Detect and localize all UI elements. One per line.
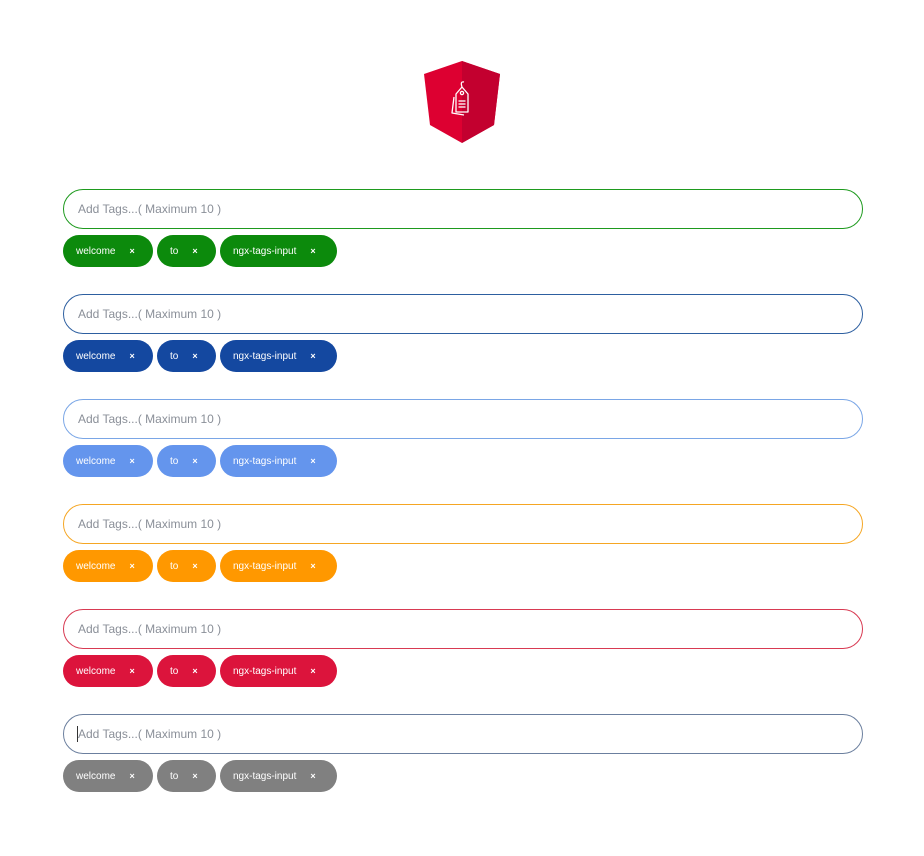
tag-label: to xyxy=(170,770,179,782)
tag-chip[interactable]: welcome × xyxy=(63,340,153,372)
tag-icon xyxy=(424,61,500,143)
tag-list: welcome × to × ngx-tags-input × xyxy=(63,550,863,582)
tag-chip[interactable]: welcome × xyxy=(63,235,153,267)
tag-label: ngx-tags-input xyxy=(233,665,297,677)
remove-tag-icon[interactable]: × xyxy=(310,351,315,361)
tag-input-field[interactable] xyxy=(63,609,863,649)
tag-input-group-gray: welcome × to × ngx-tags-input × xyxy=(63,714,863,792)
tag-list: welcome × to × ngx-tags-input × xyxy=(63,445,863,477)
remove-tag-icon[interactable]: × xyxy=(310,456,315,466)
remove-tag-icon[interactable]: × xyxy=(129,456,134,466)
tag-chip[interactable]: welcome × xyxy=(63,655,153,687)
remove-tag-icon[interactable]: × xyxy=(129,771,134,781)
tag-chip[interactable]: to × xyxy=(157,235,216,267)
tag-chip[interactable]: welcome × xyxy=(63,760,153,792)
remove-tag-icon[interactable]: × xyxy=(192,666,197,676)
remove-tag-icon[interactable]: × xyxy=(310,666,315,676)
tag-label: to xyxy=(170,350,179,362)
remove-tag-icon[interactable]: × xyxy=(310,246,315,256)
tag-label: welcome xyxy=(76,455,116,467)
tag-chip[interactable]: welcome × xyxy=(63,550,153,582)
tag-chip[interactable]: ngx-tags-input × xyxy=(220,760,337,792)
tag-input-group-orange: welcome × to × ngx-tags-input × xyxy=(63,504,863,582)
tag-input-field[interactable] xyxy=(63,399,863,439)
tag-label: welcome xyxy=(76,560,116,572)
remove-tag-icon[interactable]: × xyxy=(192,771,197,781)
tag-chip[interactable]: to × xyxy=(157,655,216,687)
tag-input-group-green: welcome × to × ngx-tags-input × xyxy=(63,189,863,267)
tag-chip[interactable]: to × xyxy=(157,340,216,372)
tag-label: ngx-tags-input xyxy=(233,560,297,572)
tag-list: welcome × to × ngx-tags-input × xyxy=(63,655,863,687)
tag-list: welcome × to × ngx-tags-input × xyxy=(63,340,863,372)
tag-input-group-blue: welcome × to × ngx-tags-input × xyxy=(63,294,863,372)
tag-input-field[interactable] xyxy=(63,714,863,754)
tag-input-field[interactable] xyxy=(63,189,863,229)
remove-tag-icon[interactable]: × xyxy=(310,771,315,781)
tag-chip[interactable]: ngx-tags-input × xyxy=(220,340,337,372)
remove-tag-icon[interactable]: × xyxy=(192,456,197,466)
tag-label: welcome xyxy=(76,665,116,677)
tag-label: ngx-tags-input xyxy=(233,770,297,782)
remove-tag-icon[interactable]: × xyxy=(129,351,134,361)
tag-chip[interactable]: to × xyxy=(157,550,216,582)
tag-chip[interactable]: ngx-tags-input × xyxy=(220,550,337,582)
remove-tag-icon[interactable]: × xyxy=(192,561,197,571)
remove-tag-icon[interactable]: × xyxy=(129,666,134,676)
text-cursor xyxy=(77,726,78,742)
tag-label: welcome xyxy=(76,245,116,257)
tag-list: welcome × to × ngx-tags-input × xyxy=(63,760,863,792)
tag-label: to xyxy=(170,455,179,467)
tag-label: ngx-tags-input xyxy=(233,455,297,467)
tag-label: welcome xyxy=(76,770,116,782)
remove-tag-icon[interactable]: × xyxy=(192,351,197,361)
remove-tag-icon[interactable]: × xyxy=(192,246,197,256)
tag-label: to xyxy=(170,665,179,677)
tag-list: welcome × to × ngx-tags-input × xyxy=(63,235,863,267)
tag-input-field[interactable] xyxy=(63,504,863,544)
tag-chip[interactable]: welcome × xyxy=(63,445,153,477)
app-logo xyxy=(424,61,500,143)
tag-chip[interactable]: ngx-tags-input × xyxy=(220,235,337,267)
remove-tag-icon[interactable]: × xyxy=(129,246,134,256)
tag-chip[interactable]: ngx-tags-input × xyxy=(220,445,337,477)
tag-label: ngx-tags-input xyxy=(233,350,297,362)
tag-label: to xyxy=(170,245,179,257)
tag-label: ngx-tags-input xyxy=(233,245,297,257)
tag-input-group-light-blue: welcome × to × ngx-tags-input × xyxy=(63,399,863,477)
tag-chip[interactable]: ngx-tags-input × xyxy=(220,655,337,687)
tag-chip[interactable]: to × xyxy=(157,760,216,792)
tag-input-field[interactable] xyxy=(63,294,863,334)
tag-label: welcome xyxy=(76,350,116,362)
tag-chip[interactable]: to × xyxy=(157,445,216,477)
remove-tag-icon[interactable]: × xyxy=(129,561,134,571)
remove-tag-icon[interactable]: × xyxy=(310,561,315,571)
tag-input-group-crimson: welcome × to × ngx-tags-input × xyxy=(63,609,863,687)
tag-label: to xyxy=(170,560,179,572)
